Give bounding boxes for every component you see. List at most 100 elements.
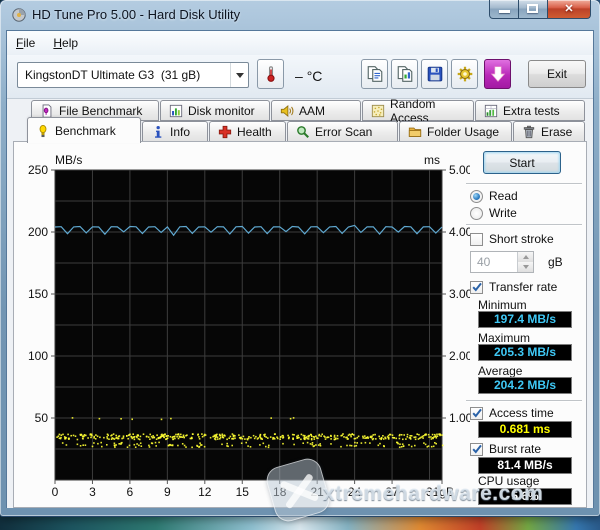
copy-image-icon — [396, 65, 414, 83]
tab-extra-tests[interactable]: Extra tests — [475, 100, 585, 121]
svg-text:MB/s: MB/s — [55, 153, 82, 167]
tab-label: Benchmark — [55, 123, 116, 138]
caption-buttons: ✕ — [489, 0, 591, 19]
benchmark-bulb-icon — [36, 124, 50, 138]
access-time-checkbox[interactable] — [470, 406, 483, 420]
copy-image-button[interactable] — [391, 59, 418, 89]
menu-help[interactable]: Help — [44, 33, 87, 53]
maximize-button[interactable] — [519, 0, 547, 19]
average-value: 204.2 MB/s — [478, 377, 572, 394]
options-button[interactable] — [451, 59, 478, 89]
svg-text:3: 3 — [89, 485, 96, 499]
access-time-value: 0.681 ms — [478, 421, 572, 438]
download-arrow-icon — [489, 65, 507, 83]
svg-text:0: 0 — [52, 485, 59, 499]
burst-rate-checkbox[interactable] — [470, 442, 483, 456]
chevron-down-icon — [235, 72, 244, 78]
tab-error-scan[interactable]: Error Scan — [287, 121, 398, 142]
spin-down-icon[interactable] — [518, 262, 533, 272]
temperature-button[interactable] — [257, 59, 284, 89]
svg-text:200: 200 — [28, 225, 48, 239]
short-stroke-label: Short stroke — [489, 232, 554, 246]
drive-select-value: KingstonDT Ultimate G3 (31 gB) — [25, 68, 201, 82]
svg-text:31gB: 31gB — [426, 485, 454, 499]
short-stroke-unit-label: gB — [548, 255, 563, 269]
benchmark-chart: MB/s ms250200150100505.004.003.002.001.00… — [28, 153, 470, 499]
titlebar[interactable]: HD Tune Pro 5.00 - Hard Disk Utility ✕ — [0, 0, 600, 30]
tab-erase[interactable]: Erase — [513, 121, 585, 142]
svg-text:9: 9 — [164, 485, 171, 499]
folder-icon — [408, 125, 422, 139]
burst-rate-row: Burst rate — [470, 442, 541, 456]
tab-info[interactable]: Info — [142, 121, 208, 142]
tab-disk-monitor[interactable]: Disk monitor — [160, 100, 270, 121]
svg-text:12: 12 — [198, 485, 212, 499]
exit-button[interactable]: Exit — [528, 60, 586, 88]
tab-aam[interactable]: AAM — [271, 100, 361, 121]
svg-text:50: 50 — [35, 411, 49, 425]
close-icon: ✕ — [564, 3, 574, 15]
write-radio[interactable] — [470, 206, 483, 220]
minimize-button[interactable] — [489, 0, 519, 19]
error-scan-icon — [296, 125, 310, 139]
options-icon — [456, 65, 474, 83]
svg-text:2.00: 2.00 — [449, 349, 470, 363]
tab-label: Error Scan — [315, 124, 373, 139]
transfer-rate-checkbox[interactable] — [470, 280, 483, 294]
minimum-label: Minimum — [478, 298, 527, 312]
svg-text:24: 24 — [348, 485, 362, 499]
tab-random-access[interactable]: Random Access — [362, 97, 474, 125]
start-button[interactable]: Start — [483, 151, 561, 174]
tab-benchmark[interactable]: Benchmark — [27, 117, 141, 143]
tab-label: Info — [170, 124, 191, 139]
save-screenshot-button[interactable] — [421, 59, 448, 89]
svg-text:15: 15 — [236, 485, 250, 499]
short-stroke-size-input[interactable]: 40 — [470, 251, 534, 273]
spin-up-icon[interactable] — [518, 252, 533, 262]
svg-text:3.00: 3.00 — [449, 287, 470, 301]
svg-text:21: 21 — [310, 485, 324, 499]
tab-label: Extra tests — [503, 103, 560, 118]
short-stroke-checkbox[interactable] — [470, 232, 483, 246]
copy-text-icon — [366, 65, 384, 83]
short-stroke-size-value: 40 — [477, 255, 491, 269]
menu-file[interactable]: File — [7, 33, 44, 53]
svg-text:4.00: 4.00 — [449, 225, 470, 239]
transfer-rate-row: Transfer rate — [470, 280, 557, 294]
svg-text:18: 18 — [273, 485, 287, 499]
dropdown-arrow-zone[interactable] — [230, 63, 248, 87]
write-label: Write — [489, 206, 517, 220]
tab-label: Disk monitor — [188, 103, 255, 118]
copy-text-button[interactable] — [361, 59, 388, 89]
svg-text:27: 27 — [385, 485, 399, 499]
thermometer-icon — [262, 65, 280, 83]
read-radio[interactable] — [470, 189, 483, 203]
screen: HD Tune Pro 5.00 - Hard Disk Utility ✕ F… — [0, 0, 600, 530]
svg-text:5.00: 5.00 — [449, 163, 470, 177]
tab-label: Folder Usage — [427, 124, 500, 139]
tab-label: Erase — [541, 124, 573, 139]
download-button[interactable] — [484, 59, 511, 89]
temperature-readout: – °C — [295, 68, 323, 84]
spinner-buttons[interactable] — [517, 252, 533, 272]
tab-folder-usage[interactable]: Folder Usage — [399, 121, 512, 142]
tab-label: File Benchmark — [59, 103, 143, 118]
average-label: Average — [478, 364, 523, 378]
drive-select-dropdown[interactable]: KingstonDT Ultimate G3 (31 gB) — [17, 62, 249, 88]
disk-monitor-icon — [169, 104, 183, 118]
separator — [466, 224, 582, 226]
close-button[interactable]: ✕ — [547, 0, 591, 19]
svg-text:100: 100 — [28, 349, 48, 363]
short-stroke-row: Short stroke — [470, 232, 554, 246]
svg-text:150: 150 — [28, 287, 48, 301]
svg-text:ms: ms — [424, 153, 440, 167]
access-time-row: Access time — [470, 406, 554, 420]
extra-tests-icon — [484, 104, 498, 118]
random-access-icon — [371, 104, 385, 118]
info-icon — [151, 125, 165, 139]
minimum-value: 197.4 MB/s — [478, 311, 572, 328]
maximize-icon — [527, 4, 538, 13]
tab-health[interactable]: Health — [209, 121, 286, 142]
svg-text:250: 250 — [28, 163, 48, 177]
file-benchmark-icon — [40, 103, 54, 118]
